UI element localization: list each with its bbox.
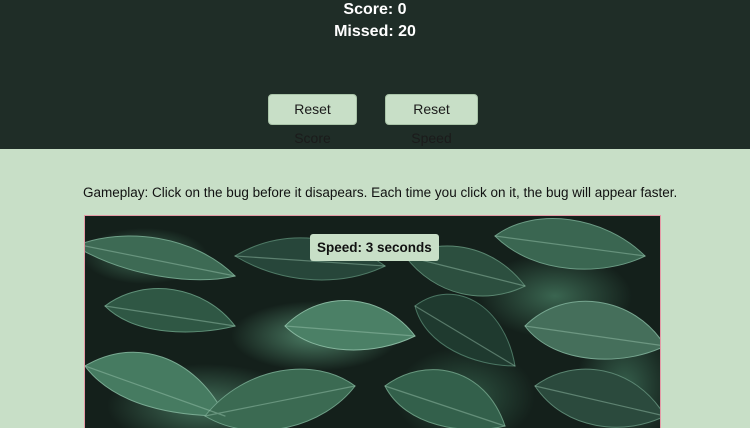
- reset-score-button[interactable]: Reset Score: [268, 94, 357, 146]
- speed-display: Speed: 3 seconds: [310, 234, 439, 261]
- score-display: Score: 0: [343, 1, 407, 18]
- missed-display: Missed: 20: [334, 23, 416, 40]
- score-header: Score: 0 Missed: 20 Reset Score Reset Sp…: [0, 0, 750, 149]
- gameplay-instructions: Gameplay: Click on the bug before it dis…: [83, 185, 678, 200]
- reset-speed-button[interactable]: Reset Speed: [385, 94, 478, 146]
